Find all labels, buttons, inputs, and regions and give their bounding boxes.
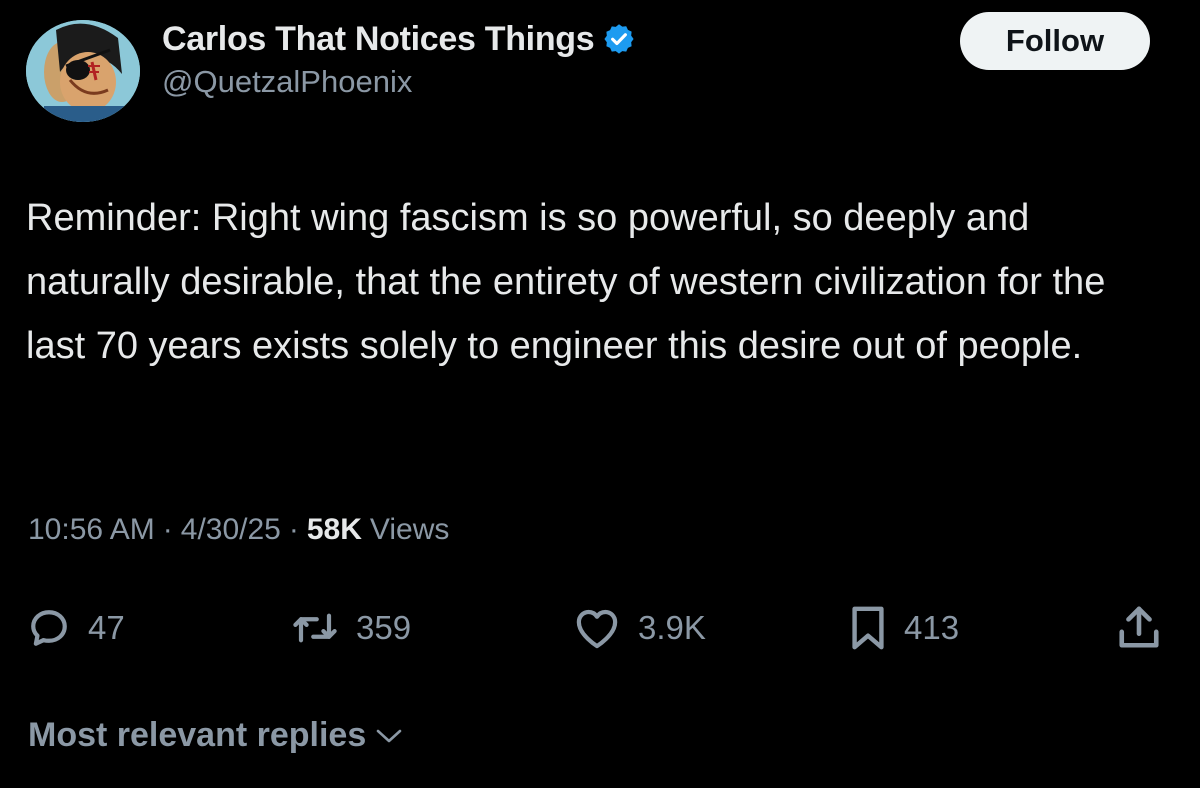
tweet-time[interactable]: 10:56 AM [28, 513, 155, 547]
views-count: 58K [306, 513, 362, 546]
replies-sort-label: Most relevant replies [28, 716, 367, 754]
repost-button[interactable]: 359 [292, 596, 411, 660]
like-count: 3.9K [638, 609, 706, 646]
tweet-header: Carlos That Notices Things @QuetzalPhoen… [26, 12, 1176, 122]
tweet-text: Reminder: Right wing fascism is so power… [26, 197, 1106, 367]
replies-sort-toggle[interactable]: Most relevant replies [28, 716, 404, 755]
heart-icon [576, 609, 618, 649]
display-name[interactable]: Carlos That Notices Things [162, 20, 595, 59]
bookmark-button[interactable]: 413 [850, 596, 959, 660]
tweet-meta: 10:56 AM · 4/30/25 · 58K Views [28, 506, 449, 554]
repost-count: 359 [356, 609, 412, 646]
follow-button[interactable]: Follow [960, 12, 1150, 70]
reply-count: 47 [88, 609, 125, 646]
repost-icon [293, 613, 337, 643]
meta-separator: · [288, 513, 299, 546]
meta-separator: · [162, 513, 173, 546]
reply-button[interactable]: 47 [28, 596, 125, 660]
like-button[interactable]: 3.9K [574, 596, 706, 660]
author-name-block: Carlos That Notices Things @QuetzalPhoen… [162, 18, 636, 100]
tweet-actions: 47 359 3.9K 413 [0, 596, 1200, 660]
author-handle[interactable]: @QuetzalPhoenix [162, 64, 636, 100]
share-button[interactable] [1116, 596, 1162, 660]
bookmark-count: 413 [904, 609, 960, 646]
views-label: Views [369, 513, 450, 546]
verified-badge-icon[interactable] [602, 22, 636, 56]
display-name-row: Carlos That Notices Things [162, 18, 636, 60]
tweet-date[interactable]: 4/30/25 [181, 513, 281, 547]
share-icon [1119, 606, 1159, 648]
reply-icon [31, 610, 67, 646]
avatar[interactable] [26, 20, 140, 122]
bookmark-icon [852, 606, 884, 650]
chevron-down-icon [376, 729, 402, 742]
